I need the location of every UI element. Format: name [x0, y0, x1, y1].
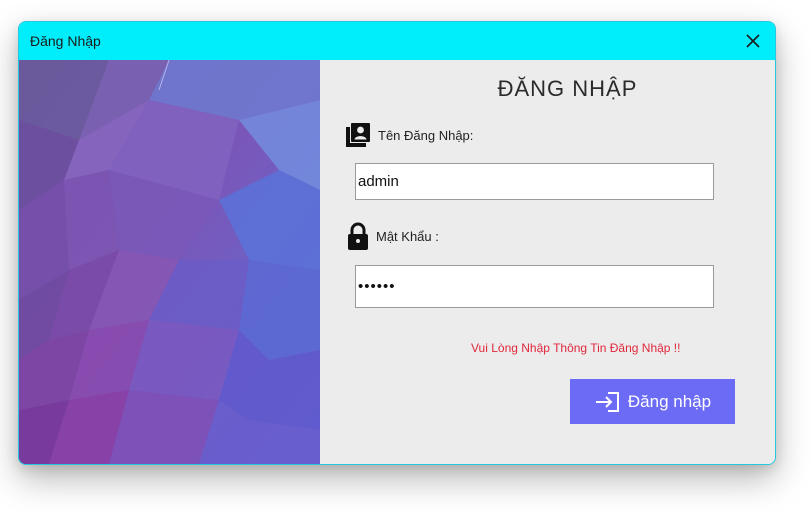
title-bar[interactable]: Đăng Nhập	[19, 22, 775, 60]
close-button[interactable]	[739, 27, 767, 55]
password-label-row: Mật Khẩu :	[347, 222, 439, 250]
contacts-user-icon	[346, 123, 370, 147]
window-title: Đăng Nhập	[30, 33, 101, 49]
login-window: Đăng Nhập ĐĂNG NHẬP Tên Đăng Nhập: admin…	[18, 21, 776, 465]
password-label: Mật Khẩu :	[376, 228, 439, 244]
username-label: Tên Đăng Nhập:	[378, 127, 474, 143]
form-heading: ĐĂNG NHẬP	[497, 76, 638, 101]
lock-icon	[348, 222, 368, 250]
login-button-label: Đăng nhập	[627, 391, 712, 411]
error-message: Vui Lòng Nhập Thông Tin Đăng Nhập !!	[471, 341, 681, 355]
login-button[interactable]: Đăng nhập	[570, 379, 735, 424]
password-input[interactable]: ••••••	[355, 265, 714, 308]
decorative-polygon-background	[19, 60, 320, 464]
username-label-row: Tên Đăng Nhập:	[345, 122, 473, 148]
login-form: ĐĂNG NHẬP Tên Đăng Nhập: admin Mật Khẩu …	[320, 60, 775, 464]
close-icon	[746, 34, 760, 48]
username-input[interactable]: admin	[355, 163, 714, 200]
login-arrow-icon	[594, 391, 620, 413]
